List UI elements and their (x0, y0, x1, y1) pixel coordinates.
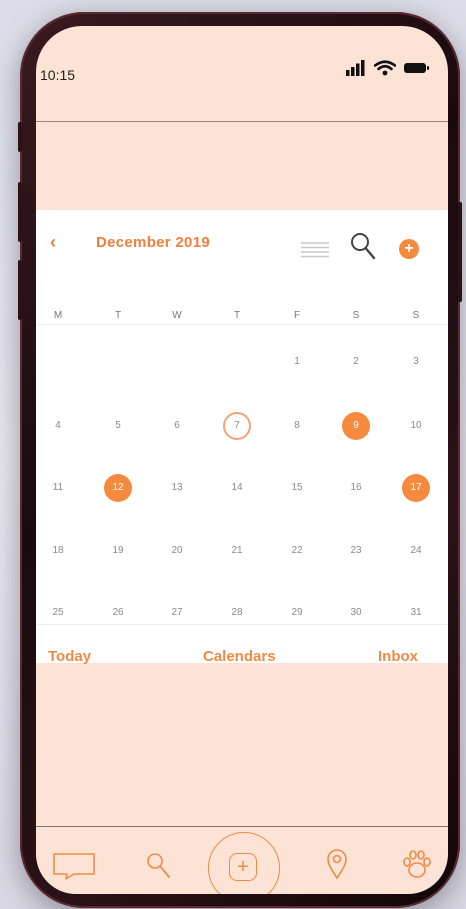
add-nav-button[interactable]: + (208, 832, 280, 894)
battery-icon (404, 63, 429, 73)
calendar-day[interactable]: 13 (163, 474, 191, 502)
list-view-icon[interactable] (300, 241, 330, 259)
add-event-button[interactable]: + (399, 239, 419, 259)
status-bar: 10:15 (36, 26, 448, 122)
calendar-day[interactable]: 1 (283, 348, 311, 376)
inbox-tab[interactable]: Inbox (378, 648, 418, 665)
back-chevron-icon[interactable]: ‹ (50, 232, 56, 253)
location-pin-icon[interactable] (326, 848, 348, 880)
calendar-day[interactable]: 3 (402, 348, 430, 376)
weekday-label: S (412, 310, 420, 321)
add-icon: + (229, 853, 257, 881)
calendar-day[interactable]: 4 (44, 412, 72, 440)
calendar-day[interactable]: 11 (44, 474, 72, 502)
calendar-day[interactable]: 7 (223, 412, 251, 440)
calendar-day[interactable]: 12 (104, 474, 132, 502)
search-nav-icon[interactable] (146, 852, 172, 880)
volume-down-button (18, 260, 22, 320)
chat-icon[interactable] (52, 852, 96, 880)
volume-up-button (18, 182, 22, 242)
weekday-label: T (114, 310, 122, 321)
calendar-day[interactable]: 20 (163, 537, 191, 565)
calendar-day[interactable]: 26 (104, 599, 132, 627)
search-icon[interactable] (348, 230, 378, 262)
status-time: 10:15 (40, 67, 76, 83)
calendar-day[interactable]: 31 (402, 599, 430, 627)
calendar-day[interactable]: 6 (163, 412, 191, 440)
calendar-day[interactable]: 21 (223, 537, 251, 565)
today-tab[interactable]: Today (48, 648, 91, 665)
calendar-day[interactable]: 18 (44, 537, 72, 565)
calendar-day[interactable]: 14 (223, 474, 251, 502)
weekday-header: MTWTFSS (36, 310, 448, 325)
signal-icon (346, 60, 365, 76)
weekday-label: F (293, 310, 301, 321)
paw-icon[interactable] (402, 848, 432, 880)
calendar-card: ‹ December 2019 + MTWTFSS 1 2 3 4 5 6 7 8 9 10 11 1… (36, 210, 448, 665)
calendar-day[interactable]: 25 (44, 599, 72, 627)
calendar-day[interactable]: 2 (342, 348, 370, 376)
calendar-day[interactable]: 24 (402, 537, 430, 565)
weekday-label: S (352, 310, 360, 321)
calendar-header: ‹ December 2019 + (36, 210, 448, 270)
status-icons (346, 60, 430, 76)
power-button (458, 202, 462, 302)
calendar-day[interactable]: 19 (104, 537, 132, 565)
calendar-day[interactable]: 27 (163, 599, 191, 627)
bottom-nav-divider (36, 826, 448, 827)
weekday-label: W (172, 310, 182, 321)
calendar-day[interactable]: 9 (342, 412, 370, 440)
calendar-divider (36, 624, 448, 625)
calendar-day[interactable]: 22 (283, 537, 311, 565)
calendar-day[interactable]: 5 (104, 412, 132, 440)
weekday-label: T (233, 310, 241, 321)
month-title: December 2019 (96, 234, 210, 251)
calendar-day[interactable]: 15 (283, 474, 311, 502)
calendar-day[interactable]: 16 (342, 474, 370, 502)
calendar-day[interactable]: 10 (402, 412, 430, 440)
calendar-day[interactable]: 23 (342, 537, 370, 565)
calendar-day[interactable]: 29 (283, 599, 311, 627)
calendar-day[interactable]: 28 (223, 599, 251, 627)
calendar-day[interactable]: 8 (283, 412, 311, 440)
calendar-day[interactable]: 30 (342, 599, 370, 627)
calendars-tab[interactable]: Calendars (203, 648, 276, 665)
weekday-label: M (53, 310, 63, 321)
calendar-day[interactable]: 17 (402, 474, 430, 502)
mute-switch (18, 122, 22, 152)
phone-screen: 10:15 ‹ December 2019 + M T W T F S S 1 … (36, 26, 448, 894)
wifi-icon (374, 60, 396, 76)
